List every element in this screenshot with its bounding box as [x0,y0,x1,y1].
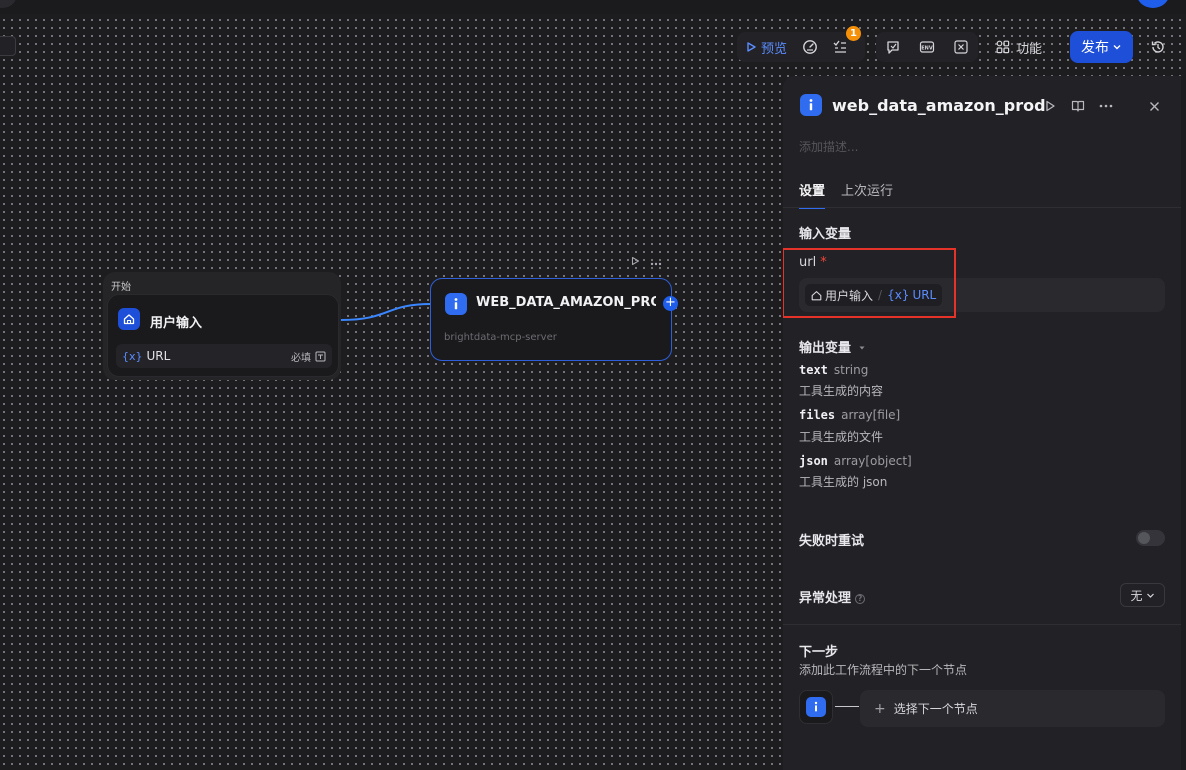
top-bar [0,0,1186,14]
output-item: json array[object] [799,454,912,468]
env-icon: ENV [919,41,935,53]
output-title-text: 输出变量 [799,341,852,356]
output-item: files array[file] [799,408,900,422]
preview-button[interactable]: 预览 [737,32,795,62]
tabs-divider [783,207,1181,208]
home-icon [118,308,140,330]
output-name: files [799,408,836,422]
checklist-badge: 1 [846,26,862,41]
tool-node[interactable]: WEB_DATA_AMAZON_PROI brightdata-mcp-serv… [430,278,672,361]
version-history-button[interactable] [1143,32,1173,62]
start-node[interactable]: 开始 用户输入 {x} URL 必填 [103,272,341,380]
history-icon [1151,41,1164,53]
next-step-title: 下一步 [799,645,839,660]
close-panel-button[interactable] [1145,97,1163,115]
output-type: array[file] [841,408,901,422]
svg-text:ENV: ENV [921,46,933,52]
more-icon [650,262,662,266]
run-history-button[interactable] [795,32,825,62]
left-edge-tag[interactable] [0,36,16,56]
chevron-down-icon [1146,593,1154,598]
grid-icon [996,40,1010,54]
highlight-box [783,248,956,318]
start-node-label: 开始 [111,282,131,293]
toolbar-run-group: 预览 1 [737,26,865,62]
description-input[interactable]: 添加描述... [799,138,858,155]
error-handling-value: 无 [1130,588,1143,603]
tool-node-provider: brightdata-mcp-server [444,332,557,343]
output-variables-title[interactable]: 输出变量 [799,337,866,356]
play-icon [1046,100,1055,112]
error-handling-select[interactable]: 无 [1120,583,1165,607]
required-label: 必填 [291,352,311,364]
retry-title: 失败时重试 [799,534,865,549]
text-field-icon [315,351,326,361]
panel-title[interactable]: web_data_amazon_prod [832,96,1046,115]
close-icon [1149,101,1159,111]
select-next-node-label: 选择下一个节点 [893,702,978,716]
gauge-icon [803,40,817,54]
docs-button[interactable] [1069,97,1087,115]
node-actions [630,256,662,269]
env-button[interactable]: ENV [910,32,944,62]
panel-header-actions [1041,97,1115,115]
help-icon[interactable]: ? [855,594,866,604]
caret-down-icon [859,346,865,350]
tool-node-title: WEB_DATA_AMAZON_PROI [476,295,656,310]
output-type: array[object] [833,454,912,468]
run-node-button[interactable] [630,256,640,269]
panel-more-button[interactable] [1097,97,1115,115]
current-node-icon [799,690,833,724]
variable-icon: {x} [122,349,143,363]
toolbar-tools-group: ENV [876,32,978,62]
info-icon [806,697,826,717]
plus-icon: + [874,700,886,717]
output-name: text [799,363,828,377]
publish-label: 发布 [1081,40,1109,56]
book-icon [1071,100,1085,112]
publish-button[interactable]: 发布 [1070,31,1133,63]
preview-label: 预览 [761,41,788,57]
error-handling-title: 异常处理? [799,587,866,606]
tab-settings[interactable]: 设置 [799,180,826,209]
error-handling-label: 异常处理 [799,591,852,606]
next-step-divider [783,624,1181,625]
features-label: 功能 [1016,41,1043,57]
output-description: 工具生成的文件 [799,430,884,444]
node-settings-panel: web_data_amazon_prod 添加描述... 设置 上次运行 输入变… [783,76,1181,770]
start-node-card[interactable]: 用户输入 {x} URL 必填 [107,294,339,377]
play-icon [747,42,756,52]
variables-button[interactable] [944,32,978,62]
next-step-subtitle: 添加此工作流程中的下一个节点 [799,663,968,677]
node-more-button[interactable] [650,256,662,269]
input-variables-title: 输入变量 [799,227,852,242]
panel-tabs: 设置 上次运行 [799,180,893,209]
features-button[interactable]: 功能 [996,32,1042,62]
checklist-icon [833,40,847,53]
add-node-handle[interactable]: + [663,296,678,311]
retry-toggle[interactable] [1136,530,1165,546]
message-check-icon [887,41,899,54]
output-item: text string [799,363,868,377]
info-icon [800,94,822,116]
variable-name: URL [146,349,171,363]
start-variable-row[interactable]: {x} URL 必填 [116,344,332,368]
chevron-down-icon [1113,45,1121,50]
select-next-node-button[interactable]: + 选择下一个节点 [860,690,1165,727]
variable-icon [954,40,968,54]
tab-last-run[interactable]: 上次运行 [841,180,893,209]
start-node-title: 用户输入 [150,316,203,331]
checklist-button[interactable]: 1 [825,26,862,62]
output-description: 工具生成的 json [799,475,888,489]
output-name: json [799,454,828,468]
play-icon [631,256,640,266]
output-type: string [833,363,869,377]
more-icon [1099,104,1113,108]
next-step-connector [835,706,859,707]
feature-toggle-button[interactable] [876,32,910,62]
info-icon [445,293,467,315]
required-indicator: 必填 [291,349,326,364]
output-description: 工具生成的内容 [799,384,884,398]
run-step-button[interactable] [1041,97,1059,115]
